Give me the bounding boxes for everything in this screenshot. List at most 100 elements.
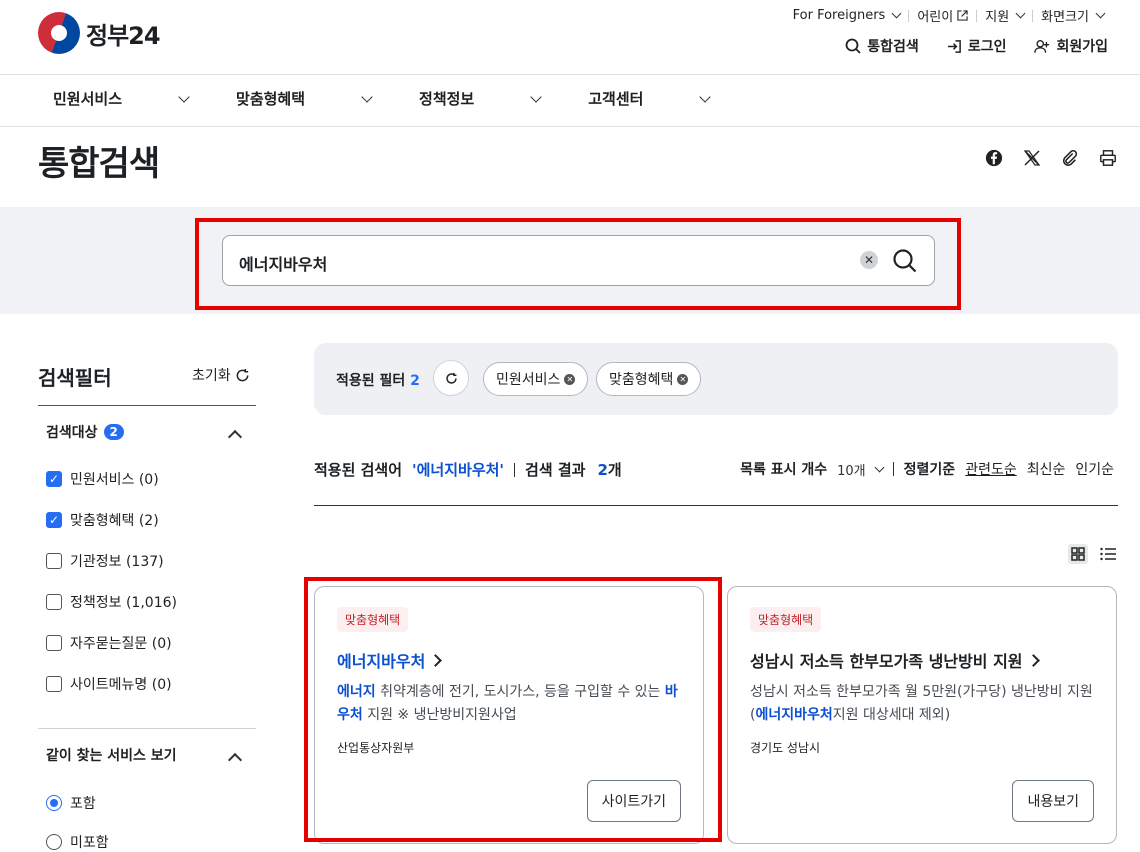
- count-badge: 2: [103, 424, 124, 440]
- page-title: 통합검색: [38, 144, 160, 184]
- highlight-box: [304, 577, 722, 842]
- grid-view-icon[interactable]: [1068, 544, 1088, 564]
- top-actions: 통합검색 로그인 회원가입: [845, 36, 1108, 56]
- utility-links: For Foreigners 어린이 지원 화면크기: [785, 6, 1112, 25]
- nav-civil-service[interactable]: 민원서비스: [53, 88, 190, 109]
- nav-customer-center[interactable]: 고객센터: [588, 88, 712, 109]
- checkbox-faq[interactable]: 자주묻는질문 (0): [46, 633, 172, 653]
- kids-link[interactable]: 어린이: [909, 6, 976, 25]
- checkbox-checked-icon: ✓: [46, 512, 62, 528]
- support-link[interactable]: 지원: [977, 6, 1032, 25]
- refresh-filters-button[interactable]: [433, 360, 469, 396]
- radio-label: 미포함: [70, 835, 109, 851]
- for-foreigners-label: For Foreigners: [792, 8, 886, 23]
- radio-checked-icon: [46, 795, 62, 811]
- print-icon[interactable]: [1098, 148, 1118, 168]
- remove-chip-icon[interactable]: ✕: [677, 373, 689, 385]
- divider: [514, 462, 516, 477]
- chip-label: 민원서비스: [496, 372, 561, 388]
- logo-text: 정부24: [86, 21, 161, 50]
- result-count-label: 검색 결과: [525, 461, 586, 479]
- applied-keyword: '에너지바우처': [412, 461, 505, 479]
- filter-chip-custom-benefits[interactable]: 맞춤형혜택 ✕: [596, 362, 702, 396]
- link-copy-icon[interactable]: [1060, 148, 1080, 168]
- checkbox-unchecked-icon: [46, 553, 62, 569]
- for-foreigners-link[interactable]: For Foreigners: [785, 8, 909, 23]
- facebook-icon[interactable]: [984, 148, 1004, 168]
- page-size-select[interactable]: 10개: [837, 460, 885, 479]
- checkbox-label: 기관정보 (137): [70, 554, 164, 570]
- checkbox-label: 사이트메뉴명 (0): [70, 677, 172, 693]
- login-link[interactable]: 로그인: [947, 36, 1007, 56]
- chevron-down-icon: [361, 90, 373, 103]
- applied-filters: 적용된 필터 2 민원서비스 ✕ 맞춤형혜택 ✕: [314, 343, 1118, 415]
- card-title: 성남시 저소득 한부모가족 냉난방비 지원: [750, 652, 1023, 671]
- kids-label: 어린이: [917, 10, 954, 25]
- view-toggle: [1068, 544, 1118, 564]
- checkbox-policy-info[interactable]: 정책정보 (1,016): [46, 592, 177, 612]
- highlight-term: 에너지바우처: [755, 707, 833, 723]
- integrated-search-link[interactable]: 통합검색: [845, 36, 919, 56]
- desc-text: 지원 대상세대 제외): [832, 707, 951, 723]
- nav-divider: [0, 126, 1140, 127]
- radio-exclude[interactable]: 미포함: [46, 832, 109, 852]
- filter-chip-civil-service[interactable]: 민원서비스 ✕: [483, 362, 589, 396]
- radio-label: 포함: [70, 796, 96, 812]
- checkbox-unchecked-icon: [46, 676, 62, 692]
- screen-size-link[interactable]: 화면크기: [1033, 6, 1112, 25]
- card-organization: 경기도 성남시: [750, 741, 821, 755]
- login-icon: [947, 39, 961, 53]
- refresh-icon: [445, 372, 457, 384]
- filter-section-target[interactable]: 검색대상 2: [46, 422, 124, 442]
- radio-include[interactable]: 포함: [46, 793, 96, 813]
- result-options: 목록 표시 개수 10개 정렬기준 관련도순 최신순 인기순: [740, 459, 1114, 479]
- login-label: 로그인: [967, 39, 1007, 55]
- chevron-down-icon: [178, 90, 190, 103]
- chevron-right-icon: [1026, 653, 1040, 667]
- checkbox-custom-benefits[interactable]: ✓ 맞춤형혜택 (2): [46, 510, 159, 530]
- sort-latest[interactable]: 최신순: [1027, 459, 1066, 479]
- header-divider: [0, 74, 1140, 75]
- nav-label: 고객센터: [588, 90, 644, 108]
- search-icon: [845, 38, 861, 54]
- remove-chip-icon[interactable]: ✕: [564, 373, 576, 385]
- checkbox-civil-service[interactable]: ✓ 민원서비스 (0): [46, 469, 159, 489]
- chevron-up-icon: [227, 752, 243, 768]
- chevron-down-icon: [891, 8, 902, 19]
- checkbox-agency-info[interactable]: 기관정보 (137): [46, 551, 164, 571]
- checkbox-site-menu[interactable]: 사이트메뉴명 (0): [46, 674, 172, 694]
- taegeuk-logo-icon: [38, 12, 80, 54]
- sort-popular[interactable]: 인기순: [1075, 459, 1114, 479]
- chevron-down-icon: [1095, 8, 1106, 19]
- applied-filters-label: 적용된 필터 2: [336, 370, 420, 390]
- external-link-icon: [957, 10, 968, 21]
- checkbox-label: 정책정보 (1,016): [70, 595, 177, 611]
- view-details-button[interactable]: 내용보기: [1012, 780, 1094, 822]
- x-twitter-icon[interactable]: [1022, 148, 1042, 168]
- filter-reset-button[interactable]: 초기화: [192, 365, 250, 385]
- collapse-toggle[interactable]: [227, 427, 243, 446]
- add-user-icon: [1034, 39, 1050, 53]
- page-size-value: 10개: [837, 463, 866, 479]
- card-title-link[interactable]: 성남시 저소득 한부모가족 냉난방비 지원: [750, 648, 1040, 672]
- list-view-icon[interactable]: [1098, 544, 1118, 564]
- screen-size-label: 화면크기: [1041, 10, 1089, 25]
- page-size-label: 목록 표시 개수: [740, 462, 828, 478]
- collapse-toggle[interactable]: [227, 750, 243, 769]
- sort-relevance[interactable]: 관련도순: [965, 459, 1017, 479]
- checkbox-label: 민원서비스 (0): [70, 472, 159, 488]
- nav-policy-info[interactable]: 정책정보: [419, 88, 542, 109]
- results-divider: [314, 505, 1118, 506]
- checkbox-checked-icon: ✓: [46, 471, 62, 487]
- signup-link[interactable]: 회원가입: [1034, 36, 1108, 56]
- result-card: 맞춤형혜택 성남시 저소득 한부모가족 냉난방비 지원 성남시 저소득 한부모가…: [727, 586, 1117, 844]
- applied-label-text: 적용된 필터: [336, 373, 406, 389]
- filter-section-related[interactable]: 같이 찾는 서비스 보기: [46, 745, 177, 765]
- chevron-down-icon: [530, 90, 542, 103]
- section-label: 같이 찾는 서비스 보기: [46, 748, 177, 764]
- main-nav: 민원서비스 맞춤형혜택 정책정보 고객센터: [53, 88, 757, 109]
- nav-custom-benefits[interactable]: 맞춤형혜택: [236, 88, 373, 109]
- chevron-down-icon: [699, 90, 712, 103]
- site-logo[interactable]: 정부24: [38, 12, 161, 54]
- category-badge: 맞춤형혜택: [750, 607, 822, 632]
